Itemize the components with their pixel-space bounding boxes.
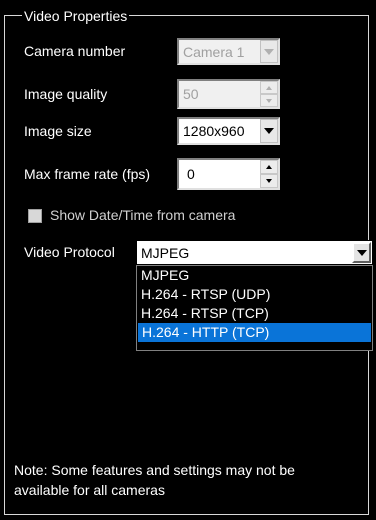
camera-number-label: Camera number [24, 43, 126, 59]
group-title: Video Properties [22, 8, 130, 24]
chevron-down-icon [356, 249, 367, 256]
image-size-value: 1280x960 [183, 123, 245, 139]
arrow-down-icon [266, 98, 272, 103]
video-protocol-label: Video Protocol [24, 244, 115, 260]
increment-button[interactable] [260, 81, 278, 94]
image-size-label: Image size [24, 123, 92, 139]
image-quality-label: Image quality [24, 86, 108, 102]
note-text: Note: Some features and settings may not… [14, 462, 295, 498]
arrow-up-icon [266, 85, 272, 90]
camera-number-dropdown-button[interactable] [260, 40, 278, 63]
image-quality-stepper[interactable]: 50 [177, 79, 280, 109]
arrow-up-icon [266, 165, 272, 169]
increment-button[interactable] [260, 160, 278, 174]
image-quality-spinner[interactable] [260, 81, 278, 107]
max-frame-rate-value: 0 [187, 166, 195, 182]
image-size-dropdown-button[interactable] [260, 119, 278, 143]
protocol-option[interactable]: H.264 - RTSP (UDP) [137, 285, 372, 304]
show-datetime-checkbox[interactable] [28, 209, 42, 223]
arrow-down-icon [266, 179, 272, 183]
camera-number-select[interactable]: Camera 1 [177, 38, 280, 65]
max-frame-rate-spinner[interactable] [260, 160, 278, 188]
decrement-button[interactable] [260, 174, 278, 188]
chevron-down-icon [264, 128, 274, 134]
protocol-option-highlighted[interactable]: H.264 - HTTP (TCP) [138, 323, 371, 342]
show-datetime-label: Show Date/Time from camera [50, 207, 236, 223]
camera-number-value: Camera 1 [183, 43, 245, 60]
video-protocol-value: MJPEG [141, 244, 190, 261]
image-size-select[interactable]: 1280x960 [177, 117, 280, 145]
video-protocol-dropdown-button[interactable] [352, 242, 371, 263]
video-protocol-dropdown-list: MJPEG H.264 - RTSP (UDP) H.264 - RTSP (T… [136, 265, 373, 351]
max-frame-rate-stepper[interactable]: 0 [177, 158, 280, 190]
image-quality-value: 50 [183, 86, 199, 102]
max-frame-rate-label: Max frame rate (fps) [24, 166, 151, 182]
protocol-option[interactable]: MJPEG [137, 266, 372, 285]
video-protocol-select[interactable]: MJPEG [136, 240, 373, 265]
chevron-down-icon [264, 48, 274, 55]
protocol-option[interactable]: H.264 - RTSP (TCP) [137, 304, 372, 323]
decrement-button[interactable] [260, 94, 278, 107]
